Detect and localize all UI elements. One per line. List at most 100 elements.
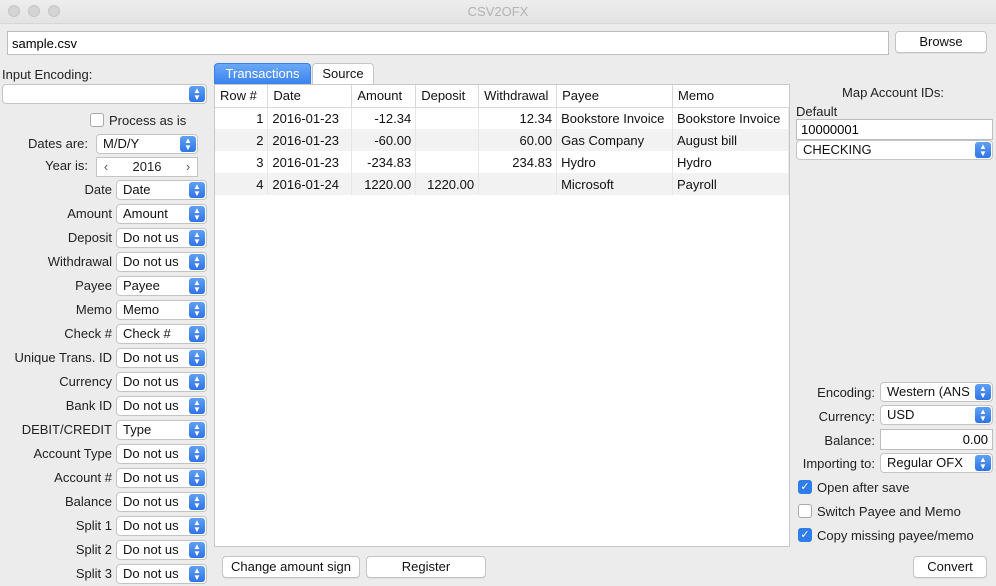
table-cell: 2016-01-23 xyxy=(267,151,353,173)
mapping-select-split-2[interactable]: Do not us ▲ ▼ xyxy=(116,540,207,560)
account-type-select[interactable]: CHECKING ▲ ▼ xyxy=(796,140,993,160)
table-cell: August bill xyxy=(672,129,789,151)
importing-to-select[interactable]: Regular OFX ▲ ▼ xyxy=(880,453,993,473)
table-row[interactable]: 3 2016-01-23 -234.83 234.83 Hydro Hydro xyxy=(215,151,789,173)
mapping-label-debit-credit: DEBIT/CREDIT xyxy=(21,422,112,437)
switch-payee-memo-checkbox[interactable] xyxy=(798,504,812,518)
mapping-select-account-type[interactable]: Do not us ▲ ▼ xyxy=(116,444,207,464)
column-header-amount[interactable]: Amount xyxy=(351,85,417,108)
currency-select[interactable]: USD ▲ ▼ xyxy=(880,405,993,425)
column-header-date[interactable]: Date xyxy=(267,85,353,108)
mapping-value: Payee xyxy=(123,278,160,293)
select-arrows-icon: ▲ ▼ xyxy=(189,350,205,366)
mapping-select-withdrawal[interactable]: Do not us ▲ ▼ xyxy=(116,252,207,272)
dates-format-value: M/D/Y xyxy=(103,136,140,151)
mapping-value: Do not us xyxy=(123,374,179,389)
account-id-input[interactable]: 10000001 xyxy=(796,119,993,140)
select-arrows-icon: ▲ ▼ xyxy=(189,206,205,222)
table-cell xyxy=(478,173,558,195)
table-row[interactable]: 1 2016-01-23 -12.34 12.34 Bookstore Invoice B… xyxy=(215,107,789,129)
table-row[interactable]: 2 2016-01-23 -60.00 60.00 Gas Company August … xyxy=(215,129,789,151)
mapping-select-currency[interactable]: Do not us ▲ ▼ xyxy=(116,372,207,392)
process-as-is-checkbox[interactable] xyxy=(90,113,104,127)
balance-label: Balance: xyxy=(824,433,875,448)
mapping-select-amount[interactable]: Amount ▲ ▼ xyxy=(116,204,207,224)
mapping-select-memo[interactable]: Memo ▲ ▼ xyxy=(116,300,207,320)
mapping-select-date[interactable]: Date ▲ ▼ xyxy=(116,180,207,200)
year-is-label: Year is: xyxy=(45,158,88,173)
mapping-select-check[interactable]: Check # ▲ ▼ xyxy=(116,324,207,344)
select-arrows-icon: ▲ ▼ xyxy=(189,470,205,486)
select-arrows-icon: ▲ ▼ xyxy=(975,384,991,400)
table-body: 1 2016-01-23 -12.34 12.34 Bookstore Invoice B… xyxy=(215,107,789,195)
open-after-save-checkbox[interactable]: ✓ xyxy=(798,480,812,494)
encoding-label: Encoding: xyxy=(817,385,875,400)
table-row[interactable]: 4 2016-01-24 1220.00 1220.00 Microsoft Payrol… xyxy=(215,173,789,195)
chevron-right-icon[interactable]: › xyxy=(181,158,195,176)
mapping-label-unique-trans-id: Unique Trans. ID xyxy=(14,350,112,365)
select-arrows-icon: ▲ ▼ xyxy=(189,302,205,318)
mapping-select-unique-trans-id[interactable]: Do not us ▲ ▼ xyxy=(116,348,207,368)
column-header-deposit[interactable]: Deposit xyxy=(415,85,480,108)
mapping-label-date: Date xyxy=(84,182,112,197)
table-cell: 234.83 xyxy=(478,151,558,173)
table-cell: 4 xyxy=(215,173,269,195)
table-cell: 3 xyxy=(215,151,269,173)
encoding-select[interactable]: Western (ANS ▲ ▼ xyxy=(880,382,993,402)
table-cell: 2016-01-23 xyxy=(267,129,353,151)
mapping-label-currency: Currency xyxy=(59,374,112,389)
tab-transactions[interactable]: Transactions xyxy=(214,63,311,84)
select-arrows-icon: ▲ ▼ xyxy=(189,326,205,342)
select-arrows-icon: ▲ ▼ xyxy=(189,494,205,510)
year-stepper[interactable]: ‹ 2016 › xyxy=(96,157,198,177)
table-cell: Gas Company xyxy=(556,129,674,151)
table-cell: 12.34 xyxy=(478,107,558,129)
column-header-withdrawal[interactable]: Withdrawal xyxy=(478,85,558,108)
table-cell: 1 xyxy=(215,107,269,129)
input-encoding-select[interactable]: ▲ ▼ xyxy=(2,84,207,104)
select-arrows-icon: ▲ ▼ xyxy=(189,518,205,534)
register-button[interactable]: Register xyxy=(366,556,486,578)
mapping-label-check: Check # xyxy=(64,326,112,341)
mapping-label-bank-id: Bank ID xyxy=(65,398,112,413)
chevron-left-icon[interactable]: ‹ xyxy=(99,158,113,176)
dates-format-select[interactable]: M/D/Y ▲ ▼ xyxy=(96,134,198,154)
mapping-label-split-2: Split 2 xyxy=(75,542,112,557)
select-arrows-icon: ▲ ▼ xyxy=(189,446,205,462)
mapping-select-account[interactable]: Do not us ▲ ▼ xyxy=(116,468,207,488)
column-header-row-number[interactable]: Row # xyxy=(215,85,269,108)
mapping-value: Do not us xyxy=(123,254,179,269)
file-path-input[interactable] xyxy=(7,31,889,55)
change-amount-sign-button[interactable]: Change amount sign xyxy=(222,556,360,578)
table-cell: Hydro xyxy=(672,151,789,173)
process-as-is-label: Process as is xyxy=(109,113,187,128)
year-value: 2016 xyxy=(132,159,162,174)
mapping-select-debit-credit[interactable]: Type ▲ ▼ xyxy=(116,420,207,440)
mapping-label-deposit: Deposit xyxy=(67,230,112,245)
table-cell: -234.83 xyxy=(351,151,417,173)
mapping-select-bank-id[interactable]: Do not us ▲ ▼ xyxy=(116,396,207,416)
table-cell: -60.00 xyxy=(351,129,417,151)
mapping-select-payee[interactable]: Payee ▲ ▼ xyxy=(116,276,207,296)
tab-source[interactable]: Source xyxy=(312,63,374,84)
table-cell: Hydro xyxy=(556,151,674,173)
mapping-value: Date xyxy=(123,182,151,197)
input-encoding-label: Input Encoding: xyxy=(2,67,93,82)
copy-missing-checkbox[interactable]: ✓ xyxy=(798,528,812,542)
transactions-table[interactable]: Row # Date Amount Deposit Withdrawal Pay… xyxy=(214,84,790,547)
balance-input[interactable]: 0.00 xyxy=(880,429,993,450)
mapping-select-split-1[interactable]: Do not us ▲ ▼ xyxy=(116,516,207,536)
column-header-payee[interactable]: Payee xyxy=(556,85,674,108)
app-window: CSV2OFX Browse Input Encoding: ▲▼ Proces… xyxy=(0,0,996,586)
table-cell xyxy=(415,151,480,173)
convert-button[interactable]: Convert xyxy=(913,556,987,578)
browse-button[interactable]: Browse xyxy=(895,31,987,53)
mapping-select-deposit[interactable]: Do not us ▲ ▼ xyxy=(116,228,207,248)
column-header-memo[interactable]: Memo xyxy=(672,85,789,108)
mapping-select-balance[interactable]: Do not us ▲ ▼ xyxy=(116,492,207,512)
mapping-select-split-3[interactable]: Do not us ▲ ▼ xyxy=(116,564,207,584)
select-arrows-icon: ▲ ▼ xyxy=(189,374,205,390)
account-panel: Map Account IDs: Default 10000001 CHECKI… xyxy=(790,84,996,547)
select-arrows-icon: ▲ ▼ xyxy=(189,542,205,558)
mapping-label-withdrawal: Withdrawal xyxy=(47,254,112,269)
